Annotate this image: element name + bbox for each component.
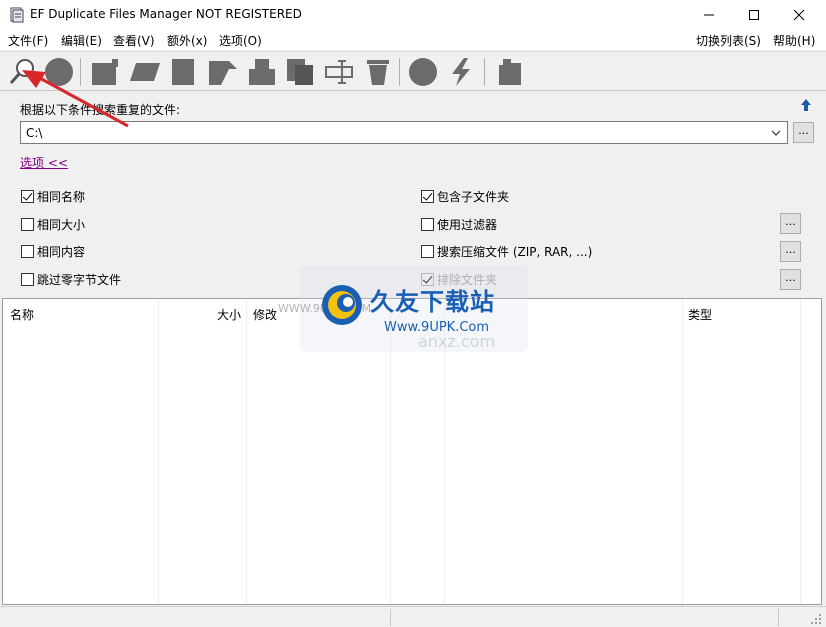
resize-grip-icon[interactable] bbox=[810, 613, 822, 625]
skip-zero-label: 跳过零字节文件 bbox=[37, 273, 122, 287]
status-separator bbox=[390, 609, 391, 626]
settings-button[interactable] bbox=[406, 55, 440, 89]
checkbox-box[interactable] bbox=[21, 245, 34, 258]
menu-options[interactable]: 选项(O) bbox=[219, 32, 262, 49]
column-divider bbox=[246, 299, 247, 604]
browse-path-button[interactable]: ... bbox=[793, 122, 814, 143]
copy-folder-button[interactable] bbox=[245, 55, 279, 89]
copy-button[interactable] bbox=[283, 55, 317, 89]
tag-button[interactable] bbox=[128, 55, 162, 89]
checkbox-box[interactable] bbox=[21, 218, 34, 231]
status-separator bbox=[778, 609, 779, 626]
checkbox-box[interactable] bbox=[421, 218, 434, 231]
toolbar-separator bbox=[484, 58, 485, 86]
copy-folder-icon bbox=[249, 59, 275, 85]
close-icon bbox=[793, 9, 805, 21]
options-link[interactable]: 选项 << bbox=[20, 154, 68, 171]
skip-zero-checkbox[interactable]: 跳过零字节文件 bbox=[21, 271, 121, 288]
minimize-icon bbox=[704, 14, 714, 16]
column-divider bbox=[444, 299, 445, 604]
menu-help[interactable]: 帮助(H) bbox=[773, 32, 815, 49]
exclude-folders-checkbox[interactable]: 排除文件夹 bbox=[421, 271, 497, 288]
move-icon bbox=[209, 61, 237, 85]
settings-icon bbox=[409, 58, 437, 86]
same-size-label: 相同大小 bbox=[37, 218, 86, 232]
menu-view[interactable]: 查看(V) bbox=[113, 32, 155, 49]
column-divider bbox=[800, 299, 801, 604]
checkbox-box[interactable] bbox=[21, 190, 34, 203]
search-archives-checkbox[interactable]: 搜索压缩文件 (ZIP, RAR, ...) bbox=[421, 243, 592, 260]
flash-button[interactable] bbox=[444, 55, 478, 89]
same-content-label: 相同内容 bbox=[37, 245, 86, 259]
checkbox-box[interactable] bbox=[421, 245, 434, 258]
column-type[interactable]: 类型 bbox=[688, 306, 712, 323]
search-archives-label: 搜索压缩文件 (ZIP, RAR, ...) bbox=[437, 245, 593, 259]
maximize-button[interactable] bbox=[731, 0, 777, 30]
include-subfolders-label: 包含子文件夹 bbox=[437, 190, 510, 204]
minimize-button[interactable] bbox=[686, 0, 732, 30]
move-button[interactable] bbox=[205, 55, 239, 89]
same-name-checkbox[interactable]: 相同名称 bbox=[21, 188, 85, 205]
menu-bar: 文件(F) 编辑(E) 查看(V) 额外(x) 选项(O) 切换列表(S) 帮助… bbox=[0, 30, 826, 50]
exclude-folders-label: 排除文件夹 bbox=[437, 273, 498, 287]
app-icon bbox=[10, 7, 24, 23]
flash-icon bbox=[452, 58, 470, 86]
combo-dropdown-button[interactable] bbox=[767, 122, 785, 143]
window-title: EF Duplicate Files Manager NOT REGISTERE… bbox=[30, 7, 302, 21]
toolbar-separator bbox=[399, 58, 400, 86]
document-button[interactable] bbox=[166, 55, 200, 89]
menu-toggle-list[interactable]: 切换列表(S) bbox=[696, 32, 761, 49]
same-content-checkbox[interactable]: 相同内容 bbox=[21, 243, 85, 260]
rename-icon bbox=[325, 60, 353, 84]
include-subfolders-checkbox[interactable]: 包含子文件夹 bbox=[421, 188, 509, 205]
export-icon bbox=[499, 59, 521, 85]
same-size-checkbox[interactable]: 相同大小 bbox=[21, 216, 85, 233]
chevron-down-icon bbox=[771, 130, 781, 136]
filter-settings-button[interactable]: ... bbox=[780, 213, 801, 234]
close-button[interactable] bbox=[776, 0, 822, 30]
results-list[interactable]: 名称 大小 修改 类型 bbox=[2, 298, 822, 605]
path-combobox[interactable]: C:\ bbox=[20, 121, 788, 144]
checkbox-box[interactable] bbox=[21, 273, 34, 286]
menu-edit[interactable]: 编辑(E) bbox=[61, 32, 102, 49]
column-divider bbox=[682, 299, 683, 604]
column-divider bbox=[390, 299, 391, 604]
checkbox-box[interactable] bbox=[421, 190, 434, 203]
exclude-settings-button[interactable]: ... bbox=[780, 269, 801, 290]
menu-file[interactable]: 文件(F) bbox=[8, 32, 48, 49]
column-modified[interactable]: 修改 bbox=[253, 306, 277, 323]
column-divider bbox=[158, 299, 159, 604]
copy-icon bbox=[287, 59, 313, 85]
menu-extra[interactable]: 额外(x) bbox=[167, 32, 207, 49]
archive-settings-button[interactable]: ... bbox=[780, 241, 801, 262]
checkbox-box[interactable] bbox=[421, 273, 434, 286]
delete-button[interactable] bbox=[361, 55, 395, 89]
title-bar: EF Duplicate Files Manager NOT REGISTERE… bbox=[0, 0, 826, 30]
document-icon bbox=[172, 59, 194, 85]
delete-icon bbox=[367, 60, 389, 85]
column-name[interactable]: 名称 bbox=[10, 306, 34, 323]
column-size[interactable]: 大小 bbox=[217, 306, 241, 323]
use-filter-label: 使用过滤器 bbox=[437, 218, 498, 232]
annotation-arrow-icon bbox=[22, 70, 129, 128]
status-bar bbox=[0, 606, 826, 627]
arrow-up-icon[interactable] bbox=[800, 98, 812, 112]
export-button[interactable] bbox=[493, 55, 527, 89]
maximize-icon bbox=[749, 10, 759, 20]
same-name-label: 相同名称 bbox=[37, 190, 86, 204]
rename-button[interactable] bbox=[322, 55, 356, 89]
use-filter-checkbox[interactable]: 使用过滤器 bbox=[421, 216, 497, 233]
tag-icon bbox=[130, 63, 160, 81]
